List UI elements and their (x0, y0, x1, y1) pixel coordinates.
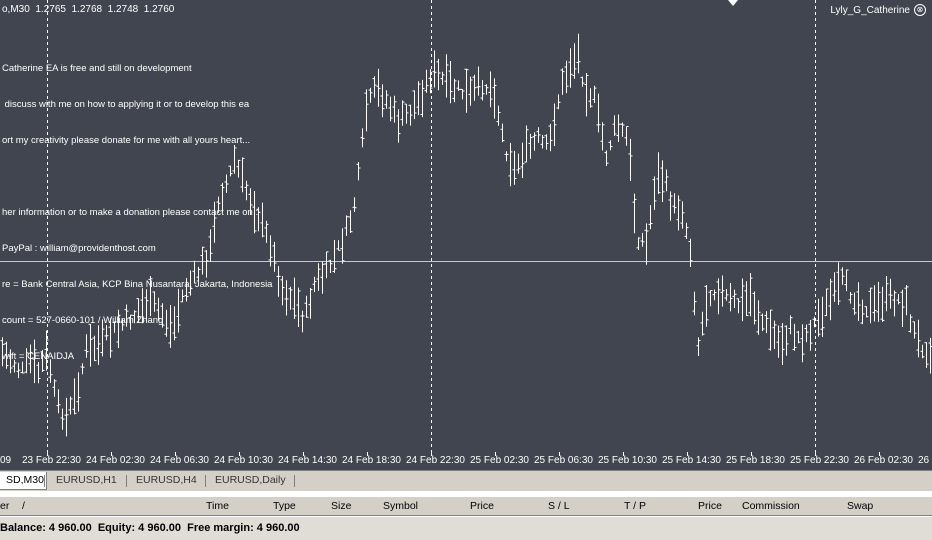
comment-line: re = Bank Central Asia, KCP Bina Nusanta… (2, 279, 273, 290)
sort-indicator[interactable]: / (22, 500, 25, 512)
time-label: 09 (0, 455, 12, 466)
shift-arrow-icon[interactable] (728, 0, 738, 6)
time-label: 25 Feb 06:30 (534, 455, 593, 466)
comment-line: ort my creativity please donate for me w… (2, 135, 251, 146)
tab-separator (205, 475, 206, 487)
column-current-price[interactable]: Price (698, 500, 722, 512)
time-label: 25 Feb 18:30 (726, 455, 785, 466)
column-order[interactable]: er (0, 500, 9, 512)
chart-comment: Catherine EA is free and still on develo… (2, 39, 272, 387)
column-type[interactable]: Type (273, 500, 296, 512)
comment-line: her information or to make a donation pl… (2, 207, 259, 218)
time-axis: 09 23 Feb 22:30 24 Feb 02:30 24 Feb 06:3… (0, 452, 932, 470)
tab-eurusd-h1[interactable]: EURUSD,H1 (50, 472, 123, 489)
column-swap[interactable]: Swap (847, 500, 873, 512)
time-label: 25 Feb 22:30 (790, 455, 849, 466)
comment-line: PayPal : william@providenthost.com (2, 243, 156, 254)
chart-tabs: SD,M30 EURUSD,H1 EURUSD,H4 EURUSD,Daily (0, 470, 932, 491)
terminal-panel: er / Time Type Size Symbol Price S / L T… (0, 491, 932, 540)
time-label: 24 Feb 22:30 (406, 455, 465, 466)
column-time[interactable]: Time (206, 500, 229, 512)
time-label: 24 Feb 06:30 (150, 455, 209, 466)
time-label: 24 Feb 10:30 (214, 455, 273, 466)
time-label: 26 Feb 02:30 (854, 455, 913, 466)
comment-line: count = 527-0660-101 / William Zhang (2, 315, 164, 326)
column-stop-loss[interactable]: S / L (548, 500, 570, 512)
column-symbol[interactable]: Symbol (383, 500, 418, 512)
orders-table-header: er / Time Type Size Symbol Price S / L T… (0, 497, 932, 516)
time-label: 26 (918, 455, 930, 466)
time-label: 25 Feb 02:30 (470, 455, 529, 466)
time-label: 25 Feb 14:30 (662, 455, 721, 466)
comment-line (2, 171, 272, 183)
expert-advisor-status-icon[interactable]: ⊗ (914, 4, 926, 16)
tab-eurusd-daily[interactable]: EURUSD,Daily (209, 472, 292, 489)
expert-advisor-name[interactable]: Lyly_G_Catherine (830, 5, 910, 16)
column-size[interactable]: Size (331, 500, 351, 512)
comment-line: wift = CENAIDJA (2, 351, 75, 362)
column-open-price[interactable]: Price (470, 500, 494, 512)
column-take-profit[interactable]: T / P (624, 500, 646, 512)
time-label: 24 Feb 02:30 (86, 455, 145, 466)
price-chart[interactable]: o,M30 1.2765 1.2768 1.2748 1.2760 Lyly_G… (0, 0, 932, 452)
time-label: 25 Feb 10:30 (598, 455, 657, 466)
tab-eurusd-h4[interactable]: EURUSD,H4 (130, 472, 203, 489)
time-label: 24 Feb 14:30 (278, 455, 337, 466)
tab-separator (44, 475, 45, 487)
column-commission[interactable]: Commission (742, 500, 800, 512)
tab-separator (126, 475, 127, 487)
time-label: 24 Feb 18:30 (342, 455, 401, 466)
tab-eurusd-m30[interactable]: SD,M30 (0, 472, 47, 490)
comment-line: Catherine EA is free and still on develo… (2, 63, 192, 74)
chart-title: o,M30 1.2765 1.2768 1.2748 1.2760 (2, 4, 175, 15)
comment-line: discuss with me on how to applying it or… (2, 99, 250, 110)
account-balance-row: Balance: 4 960.00 Equity: 4 960.00 Free … (0, 517, 932, 540)
tab-separator (294, 475, 295, 487)
time-label: 23 Feb 22:30 (22, 455, 81, 466)
